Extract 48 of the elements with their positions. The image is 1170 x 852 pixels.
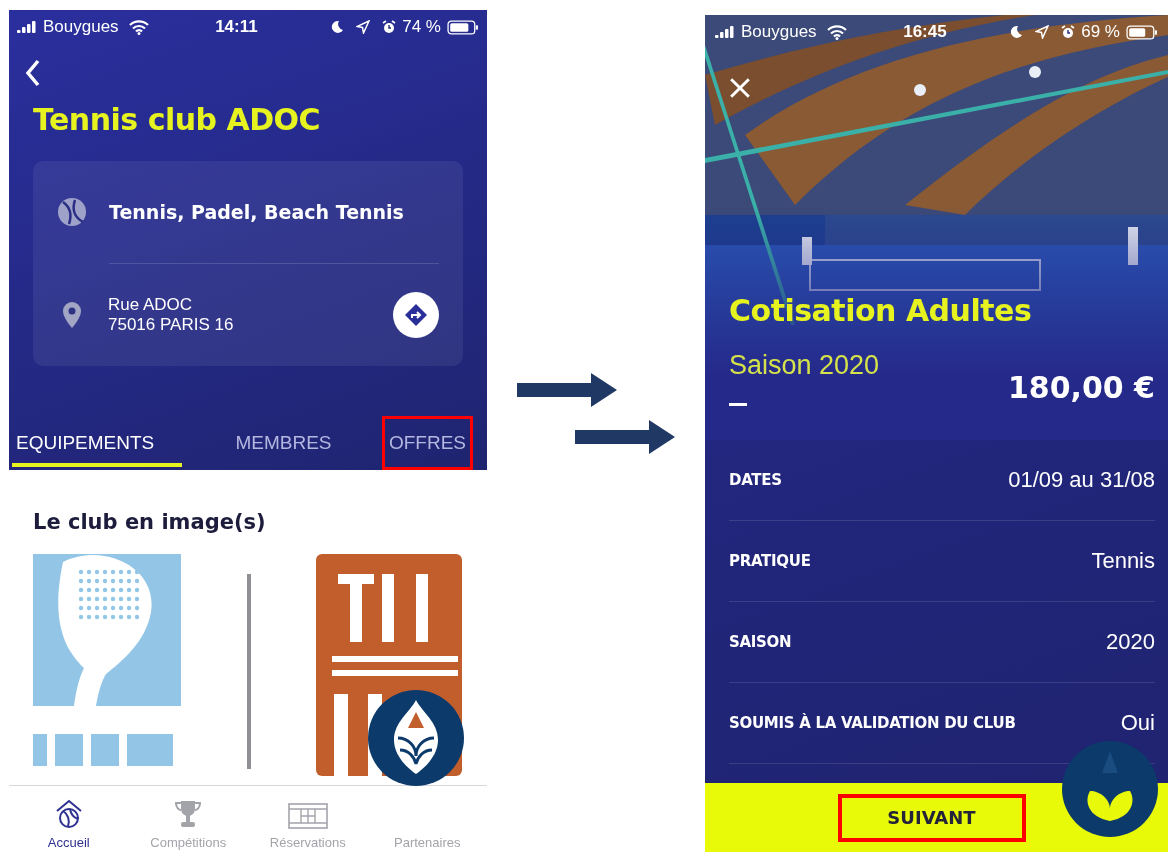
tennis-ball-icon [57,197,87,227]
wifi-icon [826,24,847,40]
alarm-icon [382,20,397,34]
signal-icon [17,21,37,33]
battery-icon [447,19,479,35]
address-line: Rue ADOC [108,295,194,315]
offer-title: Cotisation Adultes [729,293,1033,328]
moon-icon [330,20,345,34]
carrier-name: Bouygues [741,22,817,42]
directions-icon [404,303,428,327]
directions-button[interactable] [393,292,439,338]
location-icon [356,20,371,34]
battery-percent: 74 % [402,17,441,37]
clock-time: 14:11 [215,17,258,37]
season-subtitle: Saison 2020 [729,350,880,381]
carrier-name: Bouygues [43,17,119,37]
detail-value: 01/09 au 31/08 [1008,467,1155,493]
wifi-icon [128,19,149,35]
moon-icon [1009,25,1024,39]
close-icon [729,77,751,99]
tab[interactable]: EQUIPEMENTS [9,416,185,470]
tab[interactable]: MEMBRES [185,416,382,470]
alarm-icon [1061,25,1076,39]
battery-percent: 69 % [1081,22,1120,42]
sports-list: Tennis, Padel, Beach Tennis [109,201,404,223]
nav-tab[interactable]: Accueil [9,786,129,852]
close-button[interactable] [729,77,751,99]
section-title: Le club en image(s) [33,510,267,534]
address-line: 75016 PARIS 16 [108,315,235,335]
price: 180,00 € [1007,370,1155,406]
court-icon [287,803,328,829]
detail-label: PRATIQUE [729,552,811,570]
detail-value: Oui [1120,710,1155,736]
location-pin-icon [62,301,82,329]
detail-label: DATES [729,471,782,489]
chevron-icon [25,58,41,88]
detail-value: 2020 [1106,629,1155,655]
signal-icon [715,26,735,38]
clock-time: 16:45 [903,22,947,42]
tab[interactable]: OFFRES [381,416,473,470]
trophy-icon [173,799,204,829]
location-icon [1035,25,1050,39]
detail-label: SAISON [729,633,792,651]
detail-value: Tennis [1091,548,1155,574]
battery-icon [1126,24,1158,40]
detail-label: SOUMIS À LA VALIDATION DU CLUB [729,714,1016,732]
next-button[interactable]: SUIVANT [837,793,1026,842]
club-title: Tennis club ADOC [33,102,322,137]
